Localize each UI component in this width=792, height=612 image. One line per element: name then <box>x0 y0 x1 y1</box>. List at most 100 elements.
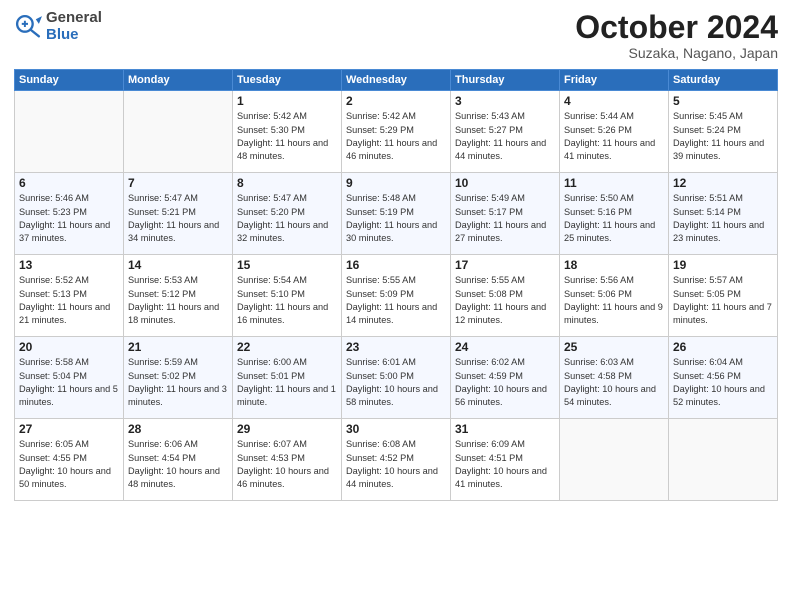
calendar-cell: 7 Sunrise: 5:47 AM Sunset: 5:21 PM Daylig… <box>124 173 233 255</box>
weekday-header-tuesday: Tuesday <box>233 70 342 91</box>
day-info: Sunrise: 5:50 AM Sunset: 5:16 PM Dayligh… <box>564 192 664 245</box>
weekday-header-row: SundayMondayTuesdayWednesdayThursdayFrid… <box>15 70 778 91</box>
day-info: Sunrise: 5:45 AM Sunset: 5:24 PM Dayligh… <box>673 110 773 163</box>
calendar-cell: 12 Sunrise: 5:51 AM Sunset: 5:14 PM Dayli… <box>669 173 778 255</box>
calendar-cell: 5Sunrise: 5:45 AM Sunset: 5:24 PM Daylig… <box>669 91 778 173</box>
day-info: Sunrise: 5:59 AM Sunset: 5:02 PM Dayligh… <box>128 356 228 409</box>
day-info: Sunrise: 5:55 AM Sunset: 5:08 PM Dayligh… <box>455 274 555 327</box>
weekday-header-friday: Friday <box>560 70 669 91</box>
calendar-cell: 19 Sunrise: 5:57 AM Sunset: 5:05 PM Dayli… <box>669 255 778 337</box>
day-number: 1 <box>237 94 337 108</box>
day-info: Sunrise: 5:46 AM Sunset: 5:23 PM Dayligh… <box>19 192 119 245</box>
calendar-cell: 16Sunrise: 5:55 AM Sunset: 5:09 PM Dayli… <box>342 255 451 337</box>
calendar-cell: 8 Sunrise: 5:47 AM Sunset: 5:20 PM Daylig… <box>233 173 342 255</box>
day-number: 14 <box>128 258 228 272</box>
calendar-cell <box>124 91 233 173</box>
calendar-cell: 3 Sunrise: 5:43 AM Sunset: 5:27 PM Daylig… <box>451 91 560 173</box>
calendar-cell: 20 Sunrise: 5:58 AM Sunset: 5:04 PM Dayli… <box>15 337 124 419</box>
day-info: Sunrise: 5:47 AM Sunset: 5:20 PM Dayligh… <box>237 192 337 245</box>
day-info: Sunrise: 6:05 AM Sunset: 4:55 PM Dayligh… <box>19 438 119 491</box>
day-info: Sunrise: 6:04 AM Sunset: 4:56 PM Dayligh… <box>673 356 773 409</box>
calendar-week-row: 1Sunrise: 5:42 AM Sunset: 5:30 PM Daylig… <box>15 91 778 173</box>
day-info: Sunrise: 6:03 AM Sunset: 4:58 PM Dayligh… <box>564 356 664 409</box>
day-number: 11 <box>564 176 664 190</box>
logo-text: General Blue <box>46 10 102 43</box>
day-number: 27 <box>19 422 119 436</box>
weekday-header-thursday: Thursday <box>451 70 560 91</box>
day-info: Sunrise: 5:52 AM Sunset: 5:13 PM Dayligh… <box>19 274 119 327</box>
weekday-header-wednesday: Wednesday <box>342 70 451 91</box>
day-info: Sunrise: 5:54 AM Sunset: 5:10 PM Dayligh… <box>237 274 337 327</box>
day-number: 24 <box>455 340 555 354</box>
calendar-cell <box>560 419 669 501</box>
calendar-cell: 2 Sunrise: 5:42 AM Sunset: 5:29 PM Daylig… <box>342 91 451 173</box>
title-block: October 2024 Suzaka, Nagano, Japan <box>575 10 778 61</box>
day-info: Sunrise: 5:42 AM Sunset: 5:29 PM Dayligh… <box>346 110 446 163</box>
day-number: 2 <box>346 94 446 108</box>
calendar-cell: 11 Sunrise: 5:50 AM Sunset: 5:16 PM Dayli… <box>560 173 669 255</box>
logo-icon <box>14 13 42 41</box>
calendar-cell: 17 Sunrise: 5:55 AM Sunset: 5:08 PM Dayli… <box>451 255 560 337</box>
day-info: Sunrise: 5:51 AM Sunset: 5:14 PM Dayligh… <box>673 192 773 245</box>
day-number: 3 <box>455 94 555 108</box>
calendar-cell: 25 Sunrise: 6:03 AM Sunset: 4:58 PM Dayli… <box>560 337 669 419</box>
day-number: 30 <box>346 422 446 436</box>
weekday-header-saturday: Saturday <box>669 70 778 91</box>
calendar-week-row: 13 Sunrise: 5:52 AM Sunset: 5:13 PM Dayli… <box>15 255 778 337</box>
day-number: 12 <box>673 176 773 190</box>
calendar-week-row: 6 Sunrise: 5:46 AM Sunset: 5:23 PM Daylig… <box>15 173 778 255</box>
calendar-cell: 30 Sunrise: 6:08 AM Sunset: 4:52 PM Dayli… <box>342 419 451 501</box>
weekday-header-sunday: Sunday <box>15 70 124 91</box>
calendar-cell: 27 Sunrise: 6:05 AM Sunset: 4:55 PM Dayli… <box>15 419 124 501</box>
calendar-cell <box>669 419 778 501</box>
calendar-cell: 14 Sunrise: 5:53 AM Sunset: 5:12 PM Dayli… <box>124 255 233 337</box>
header: General Blue October 2024 Suzaka, Nagano… <box>14 10 778 61</box>
day-info: Sunrise: 6:00 AM Sunset: 5:01 PM Dayligh… <box>237 356 337 409</box>
day-info: Sunrise: 6:02 AM Sunset: 4:59 PM Dayligh… <box>455 356 555 409</box>
day-info: Sunrise: 5:57 AM Sunset: 5:05 PM Dayligh… <box>673 274 773 327</box>
day-number: 18 <box>564 258 664 272</box>
day-number: 10 <box>455 176 555 190</box>
calendar-cell: 6 Sunrise: 5:46 AM Sunset: 5:23 PM Daylig… <box>15 173 124 255</box>
calendar-cell: 10 Sunrise: 5:49 AM Sunset: 5:17 PM Dayli… <box>451 173 560 255</box>
month-title: October 2024 <box>575 10 778 45</box>
day-info: Sunrise: 6:01 AM Sunset: 5:00 PM Dayligh… <box>346 356 446 409</box>
day-number: 6 <box>19 176 119 190</box>
day-number: 9 <box>346 176 446 190</box>
day-number: 28 <box>128 422 228 436</box>
calendar-cell: 18Sunrise: 5:56 AM Sunset: 5:06 PM Dayli… <box>560 255 669 337</box>
day-info: Sunrise: 5:47 AM Sunset: 5:21 PM Dayligh… <box>128 192 228 245</box>
logo-blue: Blue <box>46 26 79 43</box>
day-info: Sunrise: 5:58 AM Sunset: 5:04 PM Dayligh… <box>19 356 119 409</box>
calendar-cell: 22Sunrise: 6:00 AM Sunset: 5:01 PM Dayli… <box>233 337 342 419</box>
day-number: 17 <box>455 258 555 272</box>
day-number: 20 <box>19 340 119 354</box>
day-number: 4 <box>564 94 664 108</box>
day-number: 21 <box>128 340 228 354</box>
day-number: 26 <box>673 340 773 354</box>
day-number: 13 <box>19 258 119 272</box>
day-number: 8 <box>237 176 337 190</box>
day-number: 7 <box>128 176 228 190</box>
calendar-cell: 23 Sunrise: 6:01 AM Sunset: 5:00 PM Dayli… <box>342 337 451 419</box>
calendar-cell: 24 Sunrise: 6:02 AM Sunset: 4:59 PM Dayli… <box>451 337 560 419</box>
calendar-week-row: 20 Sunrise: 5:58 AM Sunset: 5:04 PM Dayli… <box>15 337 778 419</box>
calendar-cell: 21 Sunrise: 5:59 AM Sunset: 5:02 PM Dayli… <box>124 337 233 419</box>
day-number: 15 <box>237 258 337 272</box>
day-info: Sunrise: 5:49 AM Sunset: 5:17 PM Dayligh… <box>455 192 555 245</box>
day-info: Sunrise: 6:08 AM Sunset: 4:52 PM Dayligh… <box>346 438 446 491</box>
day-number: 19 <box>673 258 773 272</box>
day-number: 25 <box>564 340 664 354</box>
calendar-container: General Blue October 2024 Suzaka, Nagano… <box>0 0 792 511</box>
day-number: 23 <box>346 340 446 354</box>
calendar-cell: 15 Sunrise: 5:54 AM Sunset: 5:10 PM Dayli… <box>233 255 342 337</box>
calendar-cell: 26 Sunrise: 6:04 AM Sunset: 4:56 PM Dayli… <box>669 337 778 419</box>
day-info: Sunrise: 5:43 AM Sunset: 5:27 PM Dayligh… <box>455 110 555 163</box>
calendar-cell: 29Sunrise: 6:07 AM Sunset: 4:53 PM Dayli… <box>233 419 342 501</box>
day-info: Sunrise: 6:09 AM Sunset: 4:51 PM Dayligh… <box>455 438 555 491</box>
calendar-cell: 1Sunrise: 5:42 AM Sunset: 5:30 PM Daylig… <box>233 91 342 173</box>
calendar-cell: 4Sunrise: 5:44 AM Sunset: 5:26 PM Daylig… <box>560 91 669 173</box>
calendar-cell: 9Sunrise: 5:48 AM Sunset: 5:19 PM Daylig… <box>342 173 451 255</box>
calendar-cell: 31Sunrise: 6:09 AM Sunset: 4:51 PM Dayli… <box>451 419 560 501</box>
day-info: Sunrise: 5:53 AM Sunset: 5:12 PM Dayligh… <box>128 274 228 327</box>
